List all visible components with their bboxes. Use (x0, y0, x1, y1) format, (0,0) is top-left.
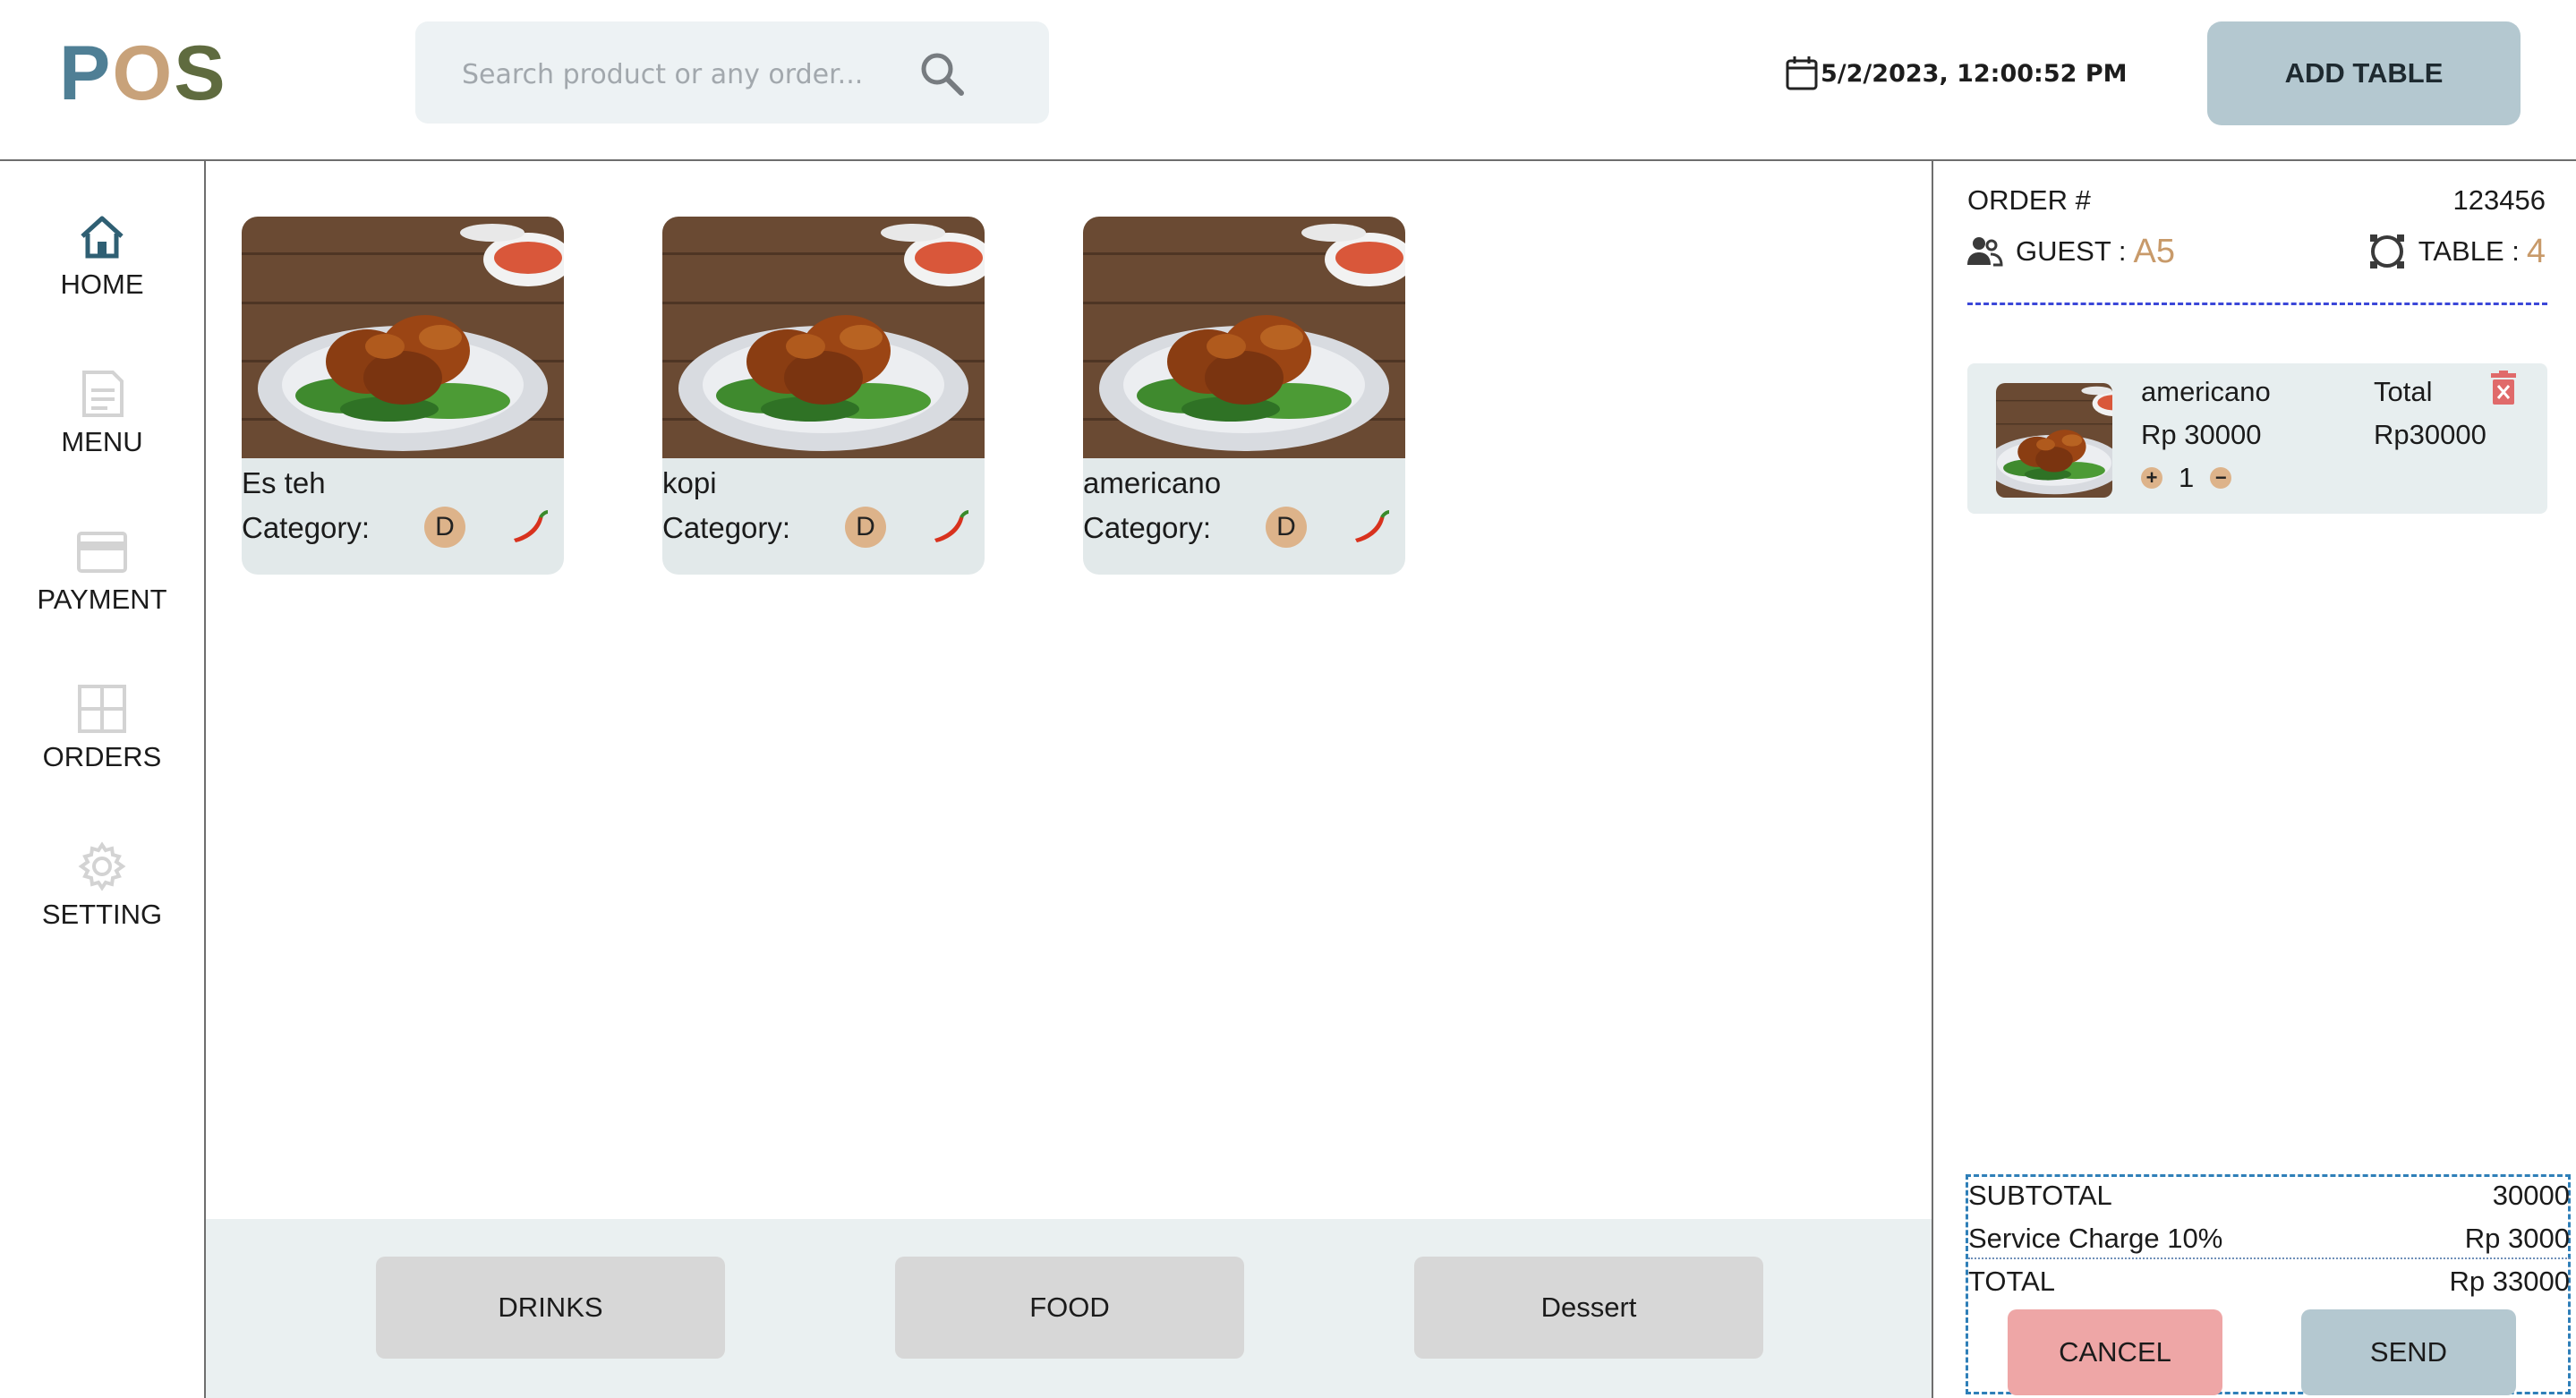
menu-icon (82, 371, 124, 417)
top-header: POS 5/2/2023, 12:00:52 PM ADD TABLE (0, 0, 2576, 161)
order-number-value: 123456 (2452, 184, 2546, 216)
sidebar-item-orders[interactable]: ORDERS (0, 682, 204, 798)
increase-quantity-button[interactable]: + (2141, 467, 2162, 489)
product-card-es-teh[interactable]: Es teh Category: D (242, 217, 564, 575)
sidebar-item-home[interactable]: HOME (0, 209, 204, 326)
search-input[interactable] (460, 48, 929, 100)
credit-card-icon (77, 532, 127, 573)
users-icon (1967, 237, 2003, 267)
product-category-label: Category: (662, 511, 791, 544)
cancel-button[interactable]: CANCEL (2008, 1309, 2222, 1395)
guest-label: GUEST : (2016, 235, 2127, 267)
sidebar-label-menu: MENU (61, 426, 143, 457)
sidebar-nav: HOME MENU PAYMENT ORDERS SETTING (0, 161, 206, 1398)
service-charge-label: Service Charge 10% (1968, 1223, 2223, 1254)
calendar-icon (1786, 56, 1818, 90)
home-icon (81, 216, 124, 259)
product-category-label: Category: (242, 511, 371, 544)
service-charge-value: Rp 3000 (2464, 1223, 2570, 1254)
logo-letter-s: S (174, 30, 227, 116)
category-food-button[interactable]: FOOD (895, 1257, 1244, 1359)
product-name: kopi (662, 466, 717, 499)
sidebar-item-setting[interactable]: SETTING (0, 840, 204, 956)
category-dessert-button[interactable]: Dessert (1414, 1257, 1763, 1359)
order-item-total-value: Rp30000 (2374, 419, 2486, 450)
order-summary: SUBTOTAL 30000 Service Charge 10% Rp 300… (1966, 1174, 2571, 1395)
send-button[interactable]: SEND (2301, 1309, 2516, 1395)
order-item-name: americano (2141, 376, 2271, 407)
product-photo (1083, 217, 1405, 458)
table-icon (2369, 234, 2404, 269)
sidebar-label-home: HOME (60, 269, 144, 300)
table-info: TABLE : 4 (2368, 229, 2546, 274)
total-value: Rp 33000 (2449, 1266, 2570, 1297)
product-card-kopi[interactable]: kopi Category: D (662, 217, 985, 575)
product-category-label: Category: (1083, 511, 1212, 544)
quantity-value: 1 (2179, 462, 2195, 493)
subtotal-row: SUBTOTAL 30000 (1968, 1177, 2570, 1215)
chili-icon (514, 510, 549, 542)
subtotal-label: SUBTOTAL (1968, 1180, 2112, 1211)
product-photo (662, 217, 985, 458)
table-value: 4 (2526, 232, 2546, 270)
gear-icon (78, 841, 126, 891)
search-box (415, 21, 1049, 124)
product-area: Es teh Category: D kopi Category: D amer… (206, 161, 1932, 1398)
product-name: americano (1083, 466, 1222, 499)
chili-icon (1355, 510, 1390, 542)
sidebar-label-setting: SETTING (41, 899, 163, 930)
decrease-quantity-button[interactable]: − (2210, 467, 2232, 489)
total-row: TOTAL Rp 33000 (1968, 1263, 2570, 1300)
subtotal-value: 30000 (2492, 1180, 2570, 1211)
guest-value: A5 (2133, 232, 2175, 270)
order-number-label: ORDER # (1967, 184, 2091, 216)
category-badge: D (1266, 507, 1307, 548)
product-card-americano[interactable]: americano Category: D (1083, 217, 1405, 575)
sidebar-label-orders: ORDERS (42, 741, 162, 772)
add-table-button[interactable]: ADD TABLE (2207, 21, 2521, 125)
sidebar-label-payment: PAYMENT (37, 584, 167, 615)
logo-letter-p: P (59, 30, 113, 116)
chili-icon (934, 510, 969, 542)
order-item: americano Rp 30000 + 1 − Total Rp30000 (1967, 363, 2547, 514)
product-name: Es teh (242, 466, 326, 499)
category-drinks-button[interactable]: DRINKS (376, 1257, 725, 1359)
sidebar-item-menu[interactable]: MENU (0, 367, 204, 483)
order-item-total-label: Total (2374, 376, 2433, 407)
category-badge: D (845, 507, 886, 548)
total-label: TOTAL (1968, 1266, 2056, 1297)
table-label: TABLE : (2418, 235, 2520, 267)
product-photo (242, 217, 564, 458)
datetime-display: 5/2/2023, 12:00:52 PM (1785, 52, 2127, 95)
orders-grid-icon (78, 685, 126, 733)
service-charge-row: Service Charge 10% Rp 3000 (1968, 1220, 2570, 1259)
sidebar-item-payment[interactable]: PAYMENT (0, 524, 204, 641)
category-bar: DRINKS FOOD Dessert (206, 1219, 1932, 1398)
logo-letter-o: O (112, 30, 175, 116)
order-item-price: Rp 30000 (2141, 419, 2262, 450)
quantity-stepper: + 1 − (2141, 462, 2232, 494)
delete-icon[interactable] (2488, 371, 2519, 406)
guest-info: GUEST : A5 (1966, 229, 2175, 274)
order-panel: ORDER # 123456 GUEST : A5 TABLE : 4 amer… (1932, 161, 2576, 1398)
pos-logo[interactable]: POS (59, 29, 227, 118)
category-badge: D (424, 507, 465, 548)
order-divider (1967, 303, 2547, 305)
search-icon[interactable] (917, 48, 968, 100)
order-item-thumbnail (1996, 383, 2112, 498)
datetime-text: 5/2/2023, 12:00:52 PM (1821, 59, 2128, 88)
